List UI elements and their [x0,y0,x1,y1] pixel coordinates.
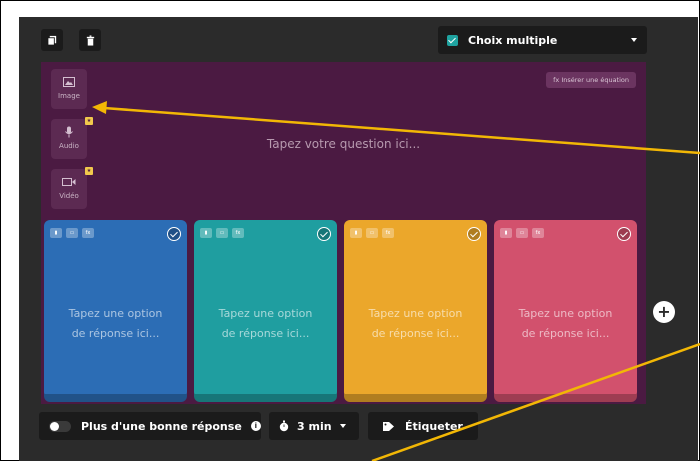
option-placeholder[interactable]: Tapez une option de réponse ici... [494,304,637,344]
option-placeholder[interactable]: Tapez une option de réponse ici... [44,304,187,344]
mark-correct-check-icon[interactable] [167,227,181,241]
option-placeholder-line2: de réponse ici... [71,327,160,340]
image-icon[interactable]: ▭ [366,228,378,238]
duplicate-button[interactable] [41,29,63,51]
answer-option-3[interactable]: ▮ ▭ fx Tapez une option de réponse ici..… [344,220,487,402]
option-placeholder[interactable]: Tapez une option de réponse ici... [194,304,337,344]
option-shadow [494,394,637,402]
chevron-down-icon [339,424,346,428]
option-placeholder-line2: de réponse ici... [371,327,460,340]
mark-correct-check-icon[interactable] [317,227,331,241]
trash-icon [86,34,94,46]
video-label: Vidéo [59,192,79,200]
add-video-button[interactable]: ★ Vidéo [51,167,93,209]
add-image-button[interactable]: Image [51,69,87,109]
toggle-switch[interactable] [49,420,71,432]
question-type-select[interactable]: Choix multiple [438,26,647,54]
image-icon[interactable]: ▭ [516,228,528,238]
option-placeholder-line1: Tapez une option [68,307,163,320]
image-icon[interactable]: ▭ [216,228,228,238]
tag-icon [383,421,394,431]
insert-equation-button[interactable]: fx Insérer une équation [546,72,636,88]
option-placeholder-line1: Tapez une option [218,307,313,320]
option-placeholder-line2: de réponse ici... [521,327,610,340]
answer-option-4[interactable]: ▮ ▭ fx Tapez une option de réponse ici..… [494,220,637,402]
tag-label: Étiqueter [405,419,463,433]
premium-badge-icon: ★ [85,117,93,125]
equation-icon[interactable]: fx [382,228,394,238]
equation-icon[interactable]: fx [82,228,94,238]
delete-option-icon[interactable]: ▮ [500,228,512,238]
answer-option-1[interactable]: ▮ ▭ fx Tapez une option de réponse ici..… [44,220,187,402]
option-toolbar: ▮ ▭ fx [200,228,244,238]
stopwatch-icon [279,420,289,432]
option-shadow [344,394,487,402]
answer-option-2[interactable]: ▮ ▭ fx Tapez une option de réponse ici..… [194,220,337,402]
delete-option-icon[interactable]: ▮ [350,228,362,238]
delete-button[interactable] [79,29,101,51]
option-placeholder-line1: Tapez une option [368,307,463,320]
checkbox-icon [447,34,458,46]
mark-correct-check-icon[interactable] [467,227,481,241]
equation-icon[interactable]: fx [232,228,244,238]
copy-icon [46,35,56,46]
chevron-down-icon [631,38,637,42]
delete-option-icon[interactable]: ▮ [200,228,212,238]
option-toolbar: ▮ ▭ fx [350,228,394,238]
option-toolbar: ▮ ▭ fx [50,228,94,238]
question-placeholder[interactable]: Tapez votre question ici... [41,137,646,151]
option-placeholder[interactable]: Tapez une option de réponse ici... [344,304,487,344]
option-shadow [44,394,187,402]
question-area[interactable]: Image ★ Audio ★ Vidéo fx Insérer une équ… [41,62,646,404]
multiple-correct-toggle[interactable]: Plus d'une bonne réponse i [39,412,261,440]
option-toolbar: ▮ ▭ fx [500,228,544,238]
mark-correct-check-icon[interactable] [617,227,631,241]
tag-button[interactable]: Étiqueter [368,412,478,440]
option-placeholder-line2: de réponse ici... [221,327,310,340]
info-icon[interactable]: i [250,421,261,431]
question-editor: Choix multiple Image ★ Audio ★ Vidéo fx … [19,17,698,461]
option-shadow [194,394,337,402]
multiple-correct-label: Plus d'une bonne réponse [81,419,242,433]
question-type-label: Choix multiple [468,33,558,47]
image-icon [63,77,75,87]
premium-badge-icon: ★ [85,167,93,175]
add-option-button[interactable]: + [653,301,675,323]
image-icon[interactable]: ▭ [66,228,78,238]
video-icon [62,178,76,186]
time-limit-label: 3 min [297,419,332,433]
image-label: Image [58,92,80,100]
option-placeholder-line1: Tapez une option [518,307,613,320]
equation-icon[interactable]: fx [532,228,544,238]
time-limit-select[interactable]: 3 min [269,412,359,440]
delete-option-icon[interactable]: ▮ [50,228,62,238]
